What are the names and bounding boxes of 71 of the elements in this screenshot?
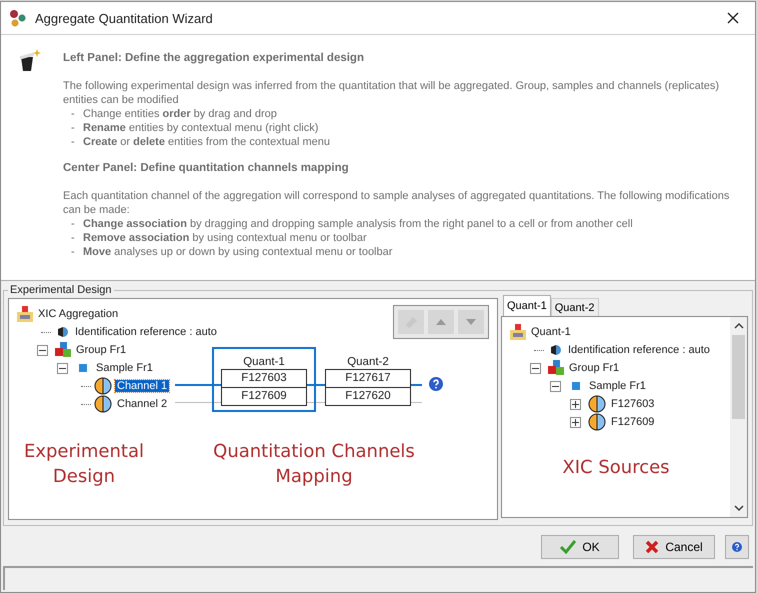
bullet-marker: - <box>71 121 76 135</box>
scroll-down-icon[interactable] <box>734 505 744 511</box>
mapping-column[interactable]: Quant-1 F127603 F127609 <box>212 347 316 412</box>
tree-item[interactable]: Channel 2 <box>115 398 170 410</box>
bullet-item: Change entities order by drag and drop <box>83 107 277 121</box>
tab[interactable]: Quant-1 <box>503 295 551 316</box>
tree-toggle[interactable] <box>570 416 581 428</box>
scroll-up-icon[interactable] <box>734 323 744 329</box>
column-header: Quant-2 <box>346 355 390 369</box>
tree-item[interactable]: Group Fr1 <box>74 344 128 356</box>
half-circle-icon <box>588 413 606 431</box>
half-circle-icon <box>94 395 112 413</box>
section-heading: Left Panel: Define the aggregation experimental design <box>63 51 365 65</box>
tree-item[interactable]: Quant-1 <box>529 326 573 338</box>
help-button[interactable] <box>725 535 749 559</box>
tree-item[interactable]: F127603 <box>609 398 656 410</box>
triangle-down-icon <box>466 318 476 326</box>
mapping-cell[interactable]: F127617 <box>325 369 411 388</box>
window-title: Aggregate Quantitation Wizard <box>35 10 214 26</box>
mapping-column[interactable]: Quant-2 F127617 F127620 <box>316 347 420 412</box>
half-circle-icon <box>588 395 606 413</box>
cancel-button[interactable]: Cancel <box>633 535 715 559</box>
blocks-icon <box>55 342 71 358</box>
mapping-cell[interactable]: F127603 <box>221 369 307 388</box>
xic-icon <box>510 324 526 340</box>
tree-item[interactable]: Identification reference : auto <box>73 326 219 338</box>
tree-item[interactable]: XIC Aggregation <box>36 308 120 320</box>
column-header: Quant-1 <box>242 355 286 369</box>
blocks-icon <box>548 360 564 376</box>
xic-icon <box>17 306 33 322</box>
tree-item[interactable]: Sample Fr1 <box>94 362 155 374</box>
tab[interactable]: Quant-2 <box>550 298 598 316</box>
magic-wand-icon <box>17 47 43 73</box>
cross-icon <box>645 540 660 554</box>
bullet-marker: - <box>71 217 76 231</box>
tree-toggle[interactable] <box>570 398 581 410</box>
triangle-up-icon <box>436 318 446 326</box>
tree-item[interactable]: Group Fr1 <box>567 362 622 374</box>
bullet-item: Create or delete entities from the contextual menu <box>83 135 330 149</box>
section-paragraph: Each quantitation channel of the aggregation will correspond to sample analyses of aggregated quantitations. The following modifications can be made: <box>63 189 730 217</box>
help-icon <box>732 539 742 555</box>
section-heading: Center Panel: Define quantitation channels mapping <box>63 161 350 175</box>
group-legend: Experimental Design <box>8 284 114 296</box>
bullet-marker: - <box>71 107 76 121</box>
ok-button[interactable]: OK <box>541 535 619 559</box>
app-icon <box>9 9 27 27</box>
bullet-item: Change association by dragging and dropping sample analysis from the right panel to a cell or from another cell <box>83 217 633 231</box>
mapping-cell[interactable]: F127609 <box>221 388 307 406</box>
tree-toggle[interactable] <box>530 362 541 374</box>
mapping-cell[interactable]: F127620 <box>325 388 411 406</box>
tree-item[interactable]: Identification reference : auto <box>566 344 712 356</box>
help-icon[interactable] <box>429 377 443 391</box>
check-icon <box>560 540 576 554</box>
bullet-marker: - <box>71 231 76 245</box>
panel-caption: Experimental Design <box>22 440 146 489</box>
half-circle-icon <box>94 377 112 395</box>
tree-toggle[interactable] <box>37 344 48 356</box>
tree-item[interactable]: Channel 1 <box>115 380 170 392</box>
bullet-marker: - <box>71 245 76 259</box>
bullet-item: Remove association by using contextual menu or toolbar <box>83 231 367 245</box>
tree-toggle[interactable] <box>550 380 561 392</box>
tree-toggle[interactable] <box>57 362 68 374</box>
close-icon[interactable] <box>727 12 739 24</box>
bullet-item: Rename entities by contextual menu (right click) <box>83 121 318 135</box>
scrollbar[interactable] <box>730 317 747 517</box>
panel-caption: Quantitation Channels Mapping <box>212 440 416 489</box>
tree-item[interactable]: F127609 <box>609 416 656 428</box>
panel-caption: XIC Sources <box>561 456 671 480</box>
tree-item[interactable]: Sample Fr1 <box>587 380 648 392</box>
bullet-item: Move analyses up or down by using contextual menu or toolbar <box>83 245 392 259</box>
bullet-marker: - <box>71 135 76 149</box>
